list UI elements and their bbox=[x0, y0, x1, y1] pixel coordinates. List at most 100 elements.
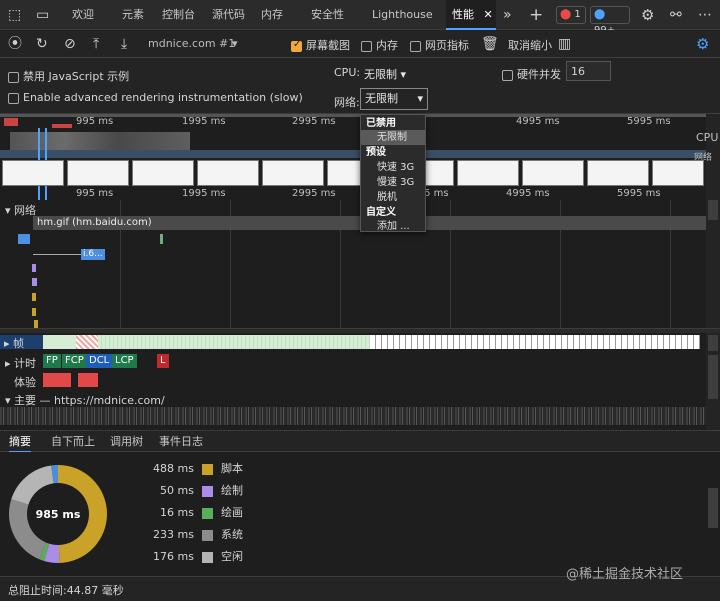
chevron-down-icon: ▾ bbox=[417, 92, 423, 105]
network-request-bar[interactable] bbox=[32, 308, 36, 316]
timings-track-header[interactable]: ▸ 计时 bbox=[5, 355, 36, 371]
advanced-rendering-label: Enable advanced rendering instrumentatio… bbox=[23, 91, 303, 104]
recording-selector[interactable]: mdnice.com #1 bbox=[148, 37, 235, 50]
cpu-label: CPU: bbox=[334, 66, 361, 79]
screenshot-thumbnail bbox=[2, 160, 64, 186]
network-request-bar[interactable] bbox=[18, 234, 30, 244]
upload-profile-icon[interactable]: ⤒ bbox=[93, 30, 99, 58]
donut-total-label: 985 ms bbox=[36, 508, 81, 521]
network-track-header[interactable]: ▾ 网络 bbox=[5, 202, 36, 218]
timeline-overview[interactable]: 995 ms 1995 ms 2995 ms 4995 ms 5995 ms C… bbox=[0, 114, 718, 200]
layout-shift-block[interactable] bbox=[43, 373, 71, 387]
cpu-throttle-value: 无限制 bbox=[364, 68, 397, 81]
more-options-icon[interactable]: ⋯ bbox=[698, 0, 712, 30]
overview-long-task-marker bbox=[52, 124, 72, 128]
customize-icon[interactable]: ⚯ bbox=[670, 0, 682, 30]
overview-tick: 4995 ms bbox=[516, 116, 560, 127]
dropdown-option-offline[interactable]: 脱机 bbox=[361, 190, 425, 205]
network-throttle-select[interactable]: 无限制 ▾ bbox=[360, 88, 428, 110]
load-marker[interactable]: L bbox=[157, 354, 169, 368]
tab-performance[interactable]: 性能 ✕ bbox=[446, 0, 496, 30]
network-request-bar[interactable] bbox=[32, 293, 36, 301]
tab-memory[interactable]: 内存 bbox=[261, 0, 283, 30]
layout-shift-block[interactable] bbox=[78, 373, 98, 387]
tracks-scrollbar-track[interactable] bbox=[708, 355, 718, 399]
advanced-rendering-check-icon bbox=[8, 92, 19, 104]
main-thread-header[interactable]: ▾ 主要 — https://mdnice.com/ bbox=[5, 392, 165, 408]
dropdown-header-disabled: 已禁用 bbox=[366, 118, 396, 129]
main-thread-activity[interactable] bbox=[0, 407, 706, 425]
screenshots-checkbox[interactable]: 屏幕截图 bbox=[291, 37, 350, 53]
tab-event-log[interactable]: 事件日志 bbox=[159, 431, 203, 453]
network-scrollbar-thumb[interactable] bbox=[708, 200, 718, 220]
dropdown-option-no-throttle[interactable]: 无限制 bbox=[361, 130, 425, 145]
garbage-collect-icon[interactable]: 🗑 bbox=[481, 30, 499, 58]
timeline-tracks: ▸ 帧 ▸ 计时 FP FCP DCL LCP L 体验 ▾ 主要 — http… bbox=[0, 333, 718, 433]
add-tab-icon[interactable]: + bbox=[529, 0, 543, 30]
summary-panel: 985 ms 488 ms 脚本 50 ms 绘制 16 ms 绘画 233 ms 系统… bbox=[0, 452, 720, 576]
download-profile-icon[interactable]: ⤓ bbox=[121, 30, 127, 58]
record-icon[interactable]: ⦿ bbox=[8, 30, 22, 58]
experience-track-title: 体验 bbox=[14, 376, 36, 389]
cancel-zoom-button[interactable]: 取消缩小 bbox=[508, 37, 552, 53]
recording-dropdown-icon[interactable]: ▾ bbox=[232, 37, 238, 50]
network-request-bar[interactable] bbox=[32, 278, 37, 286]
tab-lighthouse[interactable]: Lighthouse bbox=[372, 0, 433, 30]
tab-sources[interactable]: 源代码 bbox=[212, 0, 245, 30]
tracks-scrollbar-thumb[interactable] bbox=[708, 335, 718, 351]
hw-concurrency-check-icon bbox=[502, 69, 513, 81]
tab-security[interactable]: 安全性 bbox=[311, 0, 344, 30]
legend-label: 绘制 bbox=[221, 484, 243, 497]
close-tab-icon[interactable]: ✕ bbox=[484, 8, 493, 21]
advanced-rendering-checkbox[interactable]: Enable advanced rendering instrumentatio… bbox=[8, 91, 303, 104]
hw-concurrency-checkbox[interactable]: 硬件并发 bbox=[502, 66, 561, 82]
web-vitals-checkbox[interactable]: 网页指标 bbox=[410, 37, 469, 53]
memory-checkbox[interactable]: 内存 bbox=[361, 37, 398, 53]
device-emulation-icon[interactable]: ▭ bbox=[36, 0, 49, 30]
message-count-badge[interactable]: ⬤ 99+ bbox=[590, 6, 630, 36]
tab-call-tree[interactable]: 调用树 bbox=[110, 431, 143, 453]
more-tabs-icon[interactable]: » bbox=[503, 0, 512, 30]
settings-gear-icon[interactable]: ⚙ bbox=[641, 0, 654, 30]
clear-icon[interactable]: ⊘ bbox=[64, 30, 76, 58]
capture-settings-gear-icon[interactable]: ⚙ bbox=[696, 30, 709, 58]
network-request-bar[interactable] bbox=[32, 264, 36, 272]
dropdown-option-slow-3g[interactable]: 慢速 3G bbox=[361, 175, 425, 190]
dropdown-option-fast-3g[interactable]: 快速 3G bbox=[361, 160, 425, 175]
cpu-throttle-select[interactable]: 无限制 ▾ bbox=[364, 66, 406, 82]
expand-triangle-icon: ▾ bbox=[5, 394, 15, 407]
map-icon[interactable]: ▥ bbox=[558, 30, 571, 58]
dropped-frame-block bbox=[76, 335, 98, 349]
fcp-marker[interactable]: FCP bbox=[62, 354, 87, 368]
tab-bottom-up[interactable]: 自下而上 bbox=[51, 431, 95, 453]
tab-welcome[interactable]: 欢迎 bbox=[72, 0, 94, 30]
dcl-marker[interactable]: DCL bbox=[86, 354, 113, 368]
disable-js-checkbox[interactable]: 禁用 JavaScript 示例 bbox=[8, 68, 129, 84]
screenshots-check-icon bbox=[291, 39, 302, 52]
web-vitals-label: 网页指标 bbox=[425, 39, 469, 52]
overview-tick: 4995 ms bbox=[506, 188, 550, 199]
lcp-marker[interactable]: LCP bbox=[112, 354, 137, 368]
network-request-bar[interactable] bbox=[34, 320, 38, 328]
legend-row-painting: 16 ms 绘画 bbox=[140, 502, 300, 524]
hw-concurrency-input[interactable] bbox=[566, 61, 611, 81]
inspect-element-icon[interactable]: ⬚ bbox=[8, 0, 21, 30]
summary-scrollbar-thumb[interactable] bbox=[708, 488, 718, 528]
tab-elements[interactable]: 元素 bbox=[122, 0, 144, 30]
network-track-panel: ▾ 网络 hm.gif (hm.baidu.com) i.6... bbox=[0, 200, 718, 328]
error-icon: ⬤ bbox=[560, 9, 572, 20]
tab-summary[interactable]: 摘要 bbox=[9, 431, 31, 453]
error-count: 1 bbox=[574, 9, 581, 20]
network-request-bar[interactable]: i.6... bbox=[81, 249, 105, 260]
capture-settings-pane: 禁用 JavaScript 示例 Enable advanced renderi… bbox=[0, 58, 720, 114]
network-request-bar[interactable] bbox=[160, 234, 163, 244]
details-tab-bar: 摘要 自下而上 调用树 事件日志 bbox=[0, 430, 720, 453]
error-count-badge[interactable]: ⬤ 1 bbox=[556, 6, 586, 24]
fp-marker[interactable]: FP bbox=[43, 354, 61, 368]
screenshot-thumbnail bbox=[587, 160, 649, 186]
tab-console[interactable]: 控制台 bbox=[162, 0, 195, 30]
dropdown-option-add[interactable]: 添加 ... bbox=[361, 219, 425, 234]
reload-record-icon[interactable]: ↻ bbox=[36, 30, 48, 58]
message-icon: ⬤ bbox=[594, 9, 606, 20]
frames-track-header[interactable]: ▸ 帧 bbox=[0, 335, 43, 350]
